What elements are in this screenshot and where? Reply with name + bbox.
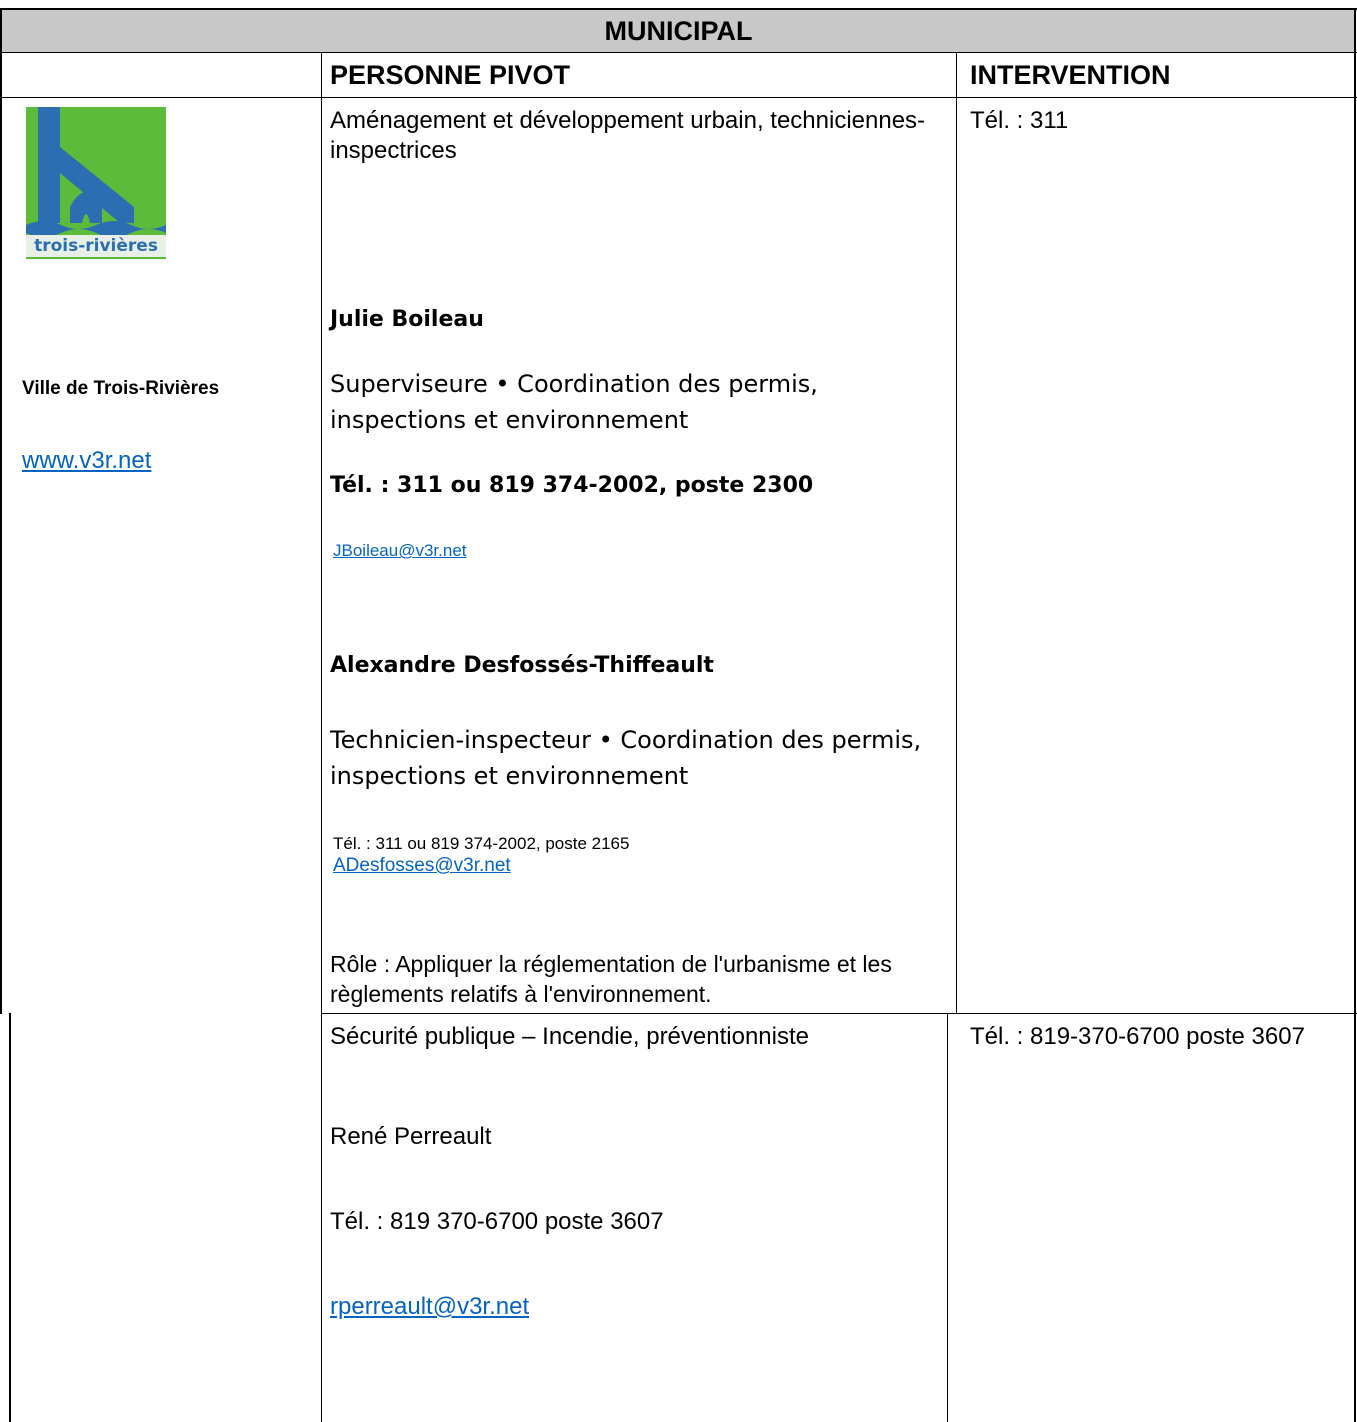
table-border-right — [1354, 8, 1356, 1422]
table-title: MUNICIPAL — [604, 16, 753, 46]
column-divider — [947, 1013, 948, 1422]
column-header-intervention: INTERVENTION — [970, 60, 1171, 90]
intervention-phone: Tél. : 819-370-6700 poste 3607 — [970, 1023, 1305, 1050]
row-divider — [0, 52, 1357, 53]
department-name: Aménagement et développement urbain, tec… — [330, 107, 926, 164]
trois-rivieres-logo: trois-rivières — [26, 107, 166, 259]
contact-email-link[interactable]: rperreault@v3r.net — [330, 1292, 529, 1322]
department-name: Sécurité publique – Incendie, prévention… — [330, 1023, 809, 1050]
document-page: MUNICIPAL PERSONNE PIVOT INTERVENTION tr… — [0, 0, 1357, 1422]
contact-name: René Perreault — [330, 1123, 492, 1150]
table-border-top — [0, 8, 1357, 10]
logo-text: trois-rivières — [26, 235, 166, 257]
column-header-contact: PERSONNE PIVOT — [330, 60, 571, 90]
contact-email-link[interactable]: ADesfosses@v3r.net — [333, 856, 511, 876]
contact-name: Julie Boileau — [330, 307, 484, 332]
contact-phone: Tél. : 311 ou 819 374-2002, poste 2165 — [333, 834, 630, 853]
column-divider — [956, 52, 957, 1014]
row-divider — [0, 97, 1357, 98]
column-divider — [321, 52, 322, 1422]
table-border-left-lower — [9, 1013, 11, 1422]
row-divider — [322, 1013, 1357, 1014]
contact-email-link[interactable]: JBoileau@v3r.net — [333, 541, 467, 561]
contact-title: Superviseure • Coordination des permis, … — [330, 370, 818, 434]
website-link[interactable]: www.v3r.net — [22, 446, 151, 476]
contact-name: Alexandre Desfossés-Thiffeault — [330, 653, 714, 678]
contact-title: Technicien-inspecteur • Coordination des… — [330, 726, 922, 790]
table-border-left — [0, 8, 2, 1014]
intervention-phone: Tél. : 311 — [970, 107, 1069, 134]
role-description: Rôle : Appliquer la réglementation de l'… — [330, 951, 892, 1007]
organization-name: Ville de Trois-Rivières — [22, 378, 220, 399]
contact-phone: Tél. : 311 ou 819 374-2002, poste 2300 — [330, 473, 814, 498]
contact-phone: Tél. : 819 370-6700 poste 3607 — [330, 1208, 664, 1235]
